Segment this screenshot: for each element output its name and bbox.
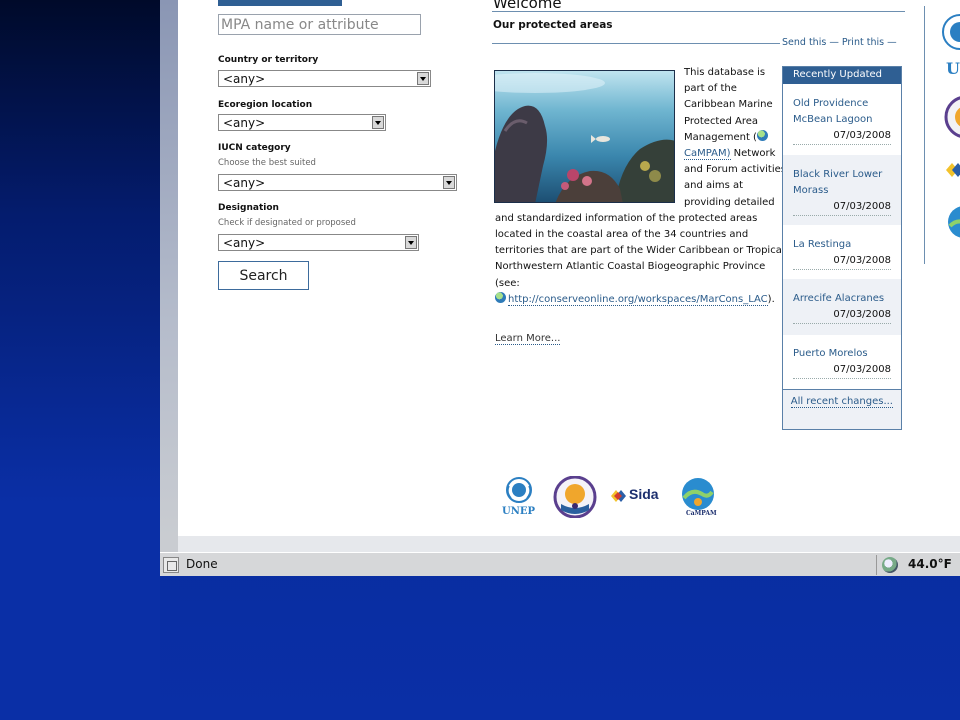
weather-icon[interactable] (882, 557, 898, 573)
all-recent-changes[interactable]: All recent changes... (783, 389, 901, 429)
iucn-hint: Choose the best suited (218, 158, 316, 168)
designation-hint: Check if designated or proposed (218, 218, 356, 228)
country-label: Country or territory (218, 55, 319, 65)
chevron-down-icon[interactable] (417, 72, 429, 85)
svg-text:U: U (946, 59, 960, 75)
recent-item[interactable]: La Restinga 07/03/2008 (783, 225, 901, 279)
separator: — (829, 37, 842, 48)
conserveonline-link[interactable]: http://conserveonline.org/workspaces/Mar… (508, 293, 768, 306)
recent-item-title[interactable]: Black River Lower Morass (793, 167, 891, 199)
chevron-down-icon[interactable] (405, 236, 417, 249)
divider (924, 6, 925, 264)
campam-link[interactable]: CaMPAM) (684, 148, 731, 161)
iucn-label: IUCN category (218, 143, 291, 153)
sida-partial-logo (944, 155, 960, 185)
print-this-link[interactable]: Print this (842, 37, 884, 48)
designation-label: Designation (218, 203, 279, 213)
photo-spacer (495, 65, 684, 202)
recent-item[interactable]: Old Providence McBean Lagoon 07/03/2008 (783, 96, 901, 154)
recently-updated-panel: Recently Updated Old Providence McBean L… (782, 66, 902, 430)
browser-side-panel (160, 0, 178, 536)
campam-emblem-icon (948, 206, 960, 238)
status-bar: Done 44.0°F (160, 552, 960, 576)
designation-select-value: <any> (223, 236, 266, 250)
recent-item-title[interactable]: Arrecife Alacranes (793, 291, 891, 307)
country-select[interactable]: <any> (218, 70, 431, 87)
search-input[interactable] (218, 14, 421, 35)
globe-icon (495, 291, 506, 303)
cep-emblem-icon (553, 475, 597, 519)
ecoregion-select-value: <any> (223, 116, 266, 130)
recent-item[interactable]: Arrecife Alacranes 07/03/2008 (783, 279, 901, 335)
learn-more-link[interactable]: Learn More... (495, 333, 561, 345)
sida-logo-text: Sida (629, 486, 659, 502)
separator: — (887, 37, 897, 48)
recent-item[interactable]: Puerto Morelos 07/03/2008 (783, 335, 901, 389)
all-recent-changes-link[interactable]: All recent changes... (790, 396, 893, 408)
iucn-select-value: <any> (223, 176, 266, 190)
divider (492, 43, 780, 44)
intro-end: ). (767, 293, 775, 305)
divider (492, 11, 905, 12)
iucn-select[interactable]: <any> (218, 174, 457, 191)
intro-text: This database is part of the Caribbean M… (495, 65, 787, 308)
campam-partial-logo (946, 200, 960, 260)
globe-icon (756, 129, 768, 141)
recent-item[interactable]: Black River Lower Morass 07/03/2008 (783, 155, 901, 225)
recent-item-date: 07/03/2008 (793, 199, 891, 216)
designation-select[interactable]: <any> (218, 234, 419, 251)
ecoregion-select[interactable]: <any> (218, 114, 386, 131)
unep-emblem-icon: U (942, 14, 960, 75)
search-button[interactable]: Search (218, 261, 309, 290)
send-this-link[interactable]: Send this (782, 37, 826, 48)
chevron-down-icon[interactable] (443, 176, 455, 189)
sida-logo[interactable]: Sida (610, 476, 664, 516)
recent-item-date: 07/03/2008 (793, 307, 891, 324)
temperature-readout[interactable]: 44.0°F (908, 557, 952, 571)
section-title: Our protected areas (493, 19, 613, 31)
recent-item-title[interactable]: La Restinga (793, 237, 891, 253)
desktop-left-background (0, 0, 160, 720)
cep-partial-logo (944, 93, 960, 141)
campam-logo-text: CaMPAM (686, 510, 717, 517)
sida-emblem-icon (946, 163, 960, 177)
unep-partial-logo: U (940, 10, 960, 75)
page-info-icon[interactable] (163, 557, 179, 573)
status-separator (876, 555, 877, 575)
ecoregion-label: Ecoregion location (218, 100, 313, 110)
country-select-value: <any> (223, 72, 266, 86)
chevron-down-icon[interactable] (372, 116, 384, 129)
page-actions: Send this — Print this — (782, 37, 897, 48)
cep-emblem-icon (944, 96, 960, 138)
sida-emblem-icon (611, 490, 626, 502)
cep-logo[interactable] (553, 475, 597, 519)
recent-item-date: 07/03/2008 (793, 128, 891, 145)
recently-updated-heading: Recently Updated (783, 67, 901, 84)
campam-logo[interactable]: CaMPAM (678, 476, 718, 520)
status-text: Done (186, 557, 218, 571)
unep-logo[interactable]: UNEP (500, 476, 540, 520)
page-bottom-margin (178, 536, 960, 552)
recent-item-title[interactable]: Old Providence McBean Lagoon (793, 96, 891, 128)
search-tool-tab[interactable] (218, 0, 342, 6)
unep-logo-text: UNEP (502, 506, 536, 517)
recent-item-date: 07/03/2008 (793, 362, 891, 379)
recent-item-date: 07/03/2008 (793, 253, 891, 270)
recent-item-title[interactable]: Puerto Morelos (793, 346, 891, 362)
